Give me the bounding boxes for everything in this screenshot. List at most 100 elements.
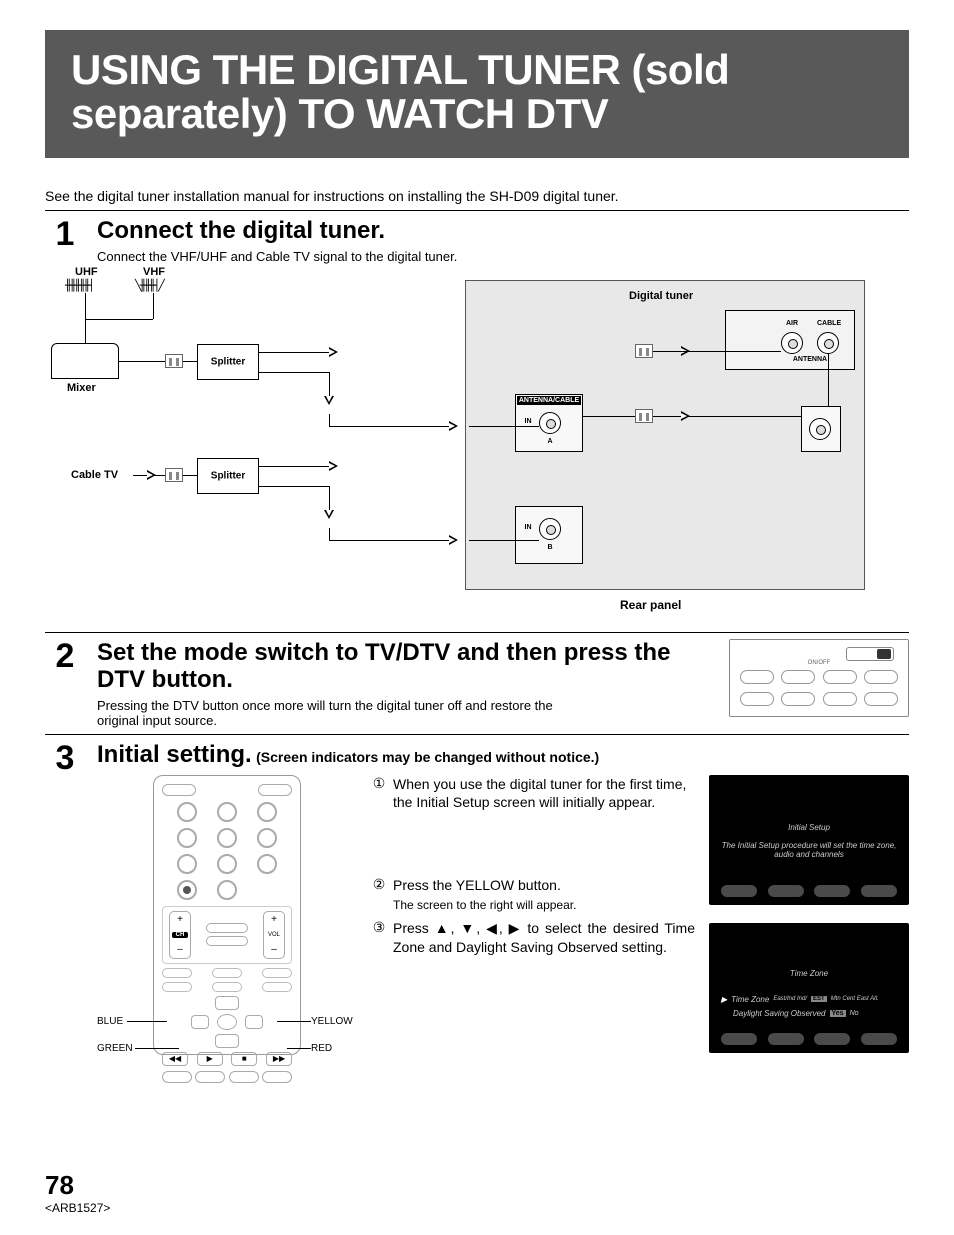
ch-rocker: + CH – (169, 911, 191, 959)
vhf-antenna-icon: ╲╫╫╫┤╱ (135, 279, 163, 292)
page: USING THE DIGITAL TUNER (sold separately… (0, 0, 954, 1235)
arrow-right-icon (147, 470, 156, 480)
minus-icon: – (177, 945, 183, 955)
item-text: Press ▲, ▼, ◀, ▶ to select the desired T… (393, 919, 695, 957)
remote-circle-grid (172, 802, 282, 900)
step3-layout: + CH – + VOL – (97, 775, 909, 1055)
mode-switch-icon (846, 647, 894, 661)
line (259, 352, 329, 353)
screen-buttons (721, 885, 897, 897)
step-body: Set the mode switch to TV/DTV and then p… (97, 639, 909, 728)
remote-button (257, 854, 277, 874)
label-splitter: Splitter (211, 356, 245, 367)
screen-buttons (721, 1033, 897, 1045)
button-row (740, 670, 898, 684)
plus-icon: + (177, 915, 183, 925)
item-main: Press the YELLOW button. (393, 877, 561, 893)
line (85, 319, 153, 320)
line (259, 466, 329, 467)
label-b: B (539, 544, 561, 551)
label-ant-cable: ANTENNA/CABLE (517, 396, 581, 405)
step-subtext: Pressing the DTV button once more will t… (97, 698, 577, 728)
step2-remote-figure: ON/OFF (729, 639, 909, 728)
color-button-row (162, 1071, 292, 1083)
label-vhf: VHF (143, 266, 165, 278)
row-rest: No (850, 1010, 859, 1017)
remote-button (864, 692, 898, 706)
dpad-center (217, 1014, 237, 1030)
dpad-up (215, 996, 239, 1010)
label-in: IN (519, 418, 537, 425)
label-uhf: UHF (75, 266, 98, 278)
blue-button (162, 1071, 192, 1083)
step3-text-column: ① When you use the digital tuner for the… (371, 775, 695, 1055)
screen-row-2: Daylight Saving Observed Yes No (721, 1009, 897, 1018)
line (153, 293, 154, 319)
step-heading: Set the mode switch to TV/DTV and then p… (97, 639, 715, 694)
green-button (195, 1071, 225, 1083)
label-digital-tuner: Digital tuner (629, 290, 693, 302)
label-cabletv: Cable TV (71, 469, 118, 481)
arrow-down-icon (324, 396, 334, 405)
uhf-antenna-icon: ╫╫╫╫╫┤ (65, 279, 93, 292)
remote-figure-column: + CH – + VOL – (97, 775, 357, 1055)
remote-button (177, 880, 197, 900)
step-number: 3 (45, 741, 85, 775)
step-3: 3 Initial setting. (Screen indicators ma… (45, 741, 909, 1055)
callout-line (127, 1021, 167, 1022)
dpad (191, 996, 263, 1048)
line (469, 426, 539, 427)
label-splitter: Splitter (211, 470, 245, 481)
line (329, 414, 330, 426)
line (653, 351, 781, 352)
remote-button (162, 968, 192, 978)
label-air: AIR (781, 320, 803, 327)
prev-button: ▶ (197, 1052, 223, 1066)
red-button (262, 1071, 292, 1083)
step-heading: Connect the digital tuner. (97, 217, 909, 245)
remote-button (740, 670, 774, 684)
screen-softkey (814, 885, 850, 897)
arrow-right-icon (329, 461, 338, 471)
item-text: Press the YELLOW button. The screen to t… (393, 876, 695, 913)
label-in: IN (519, 524, 537, 531)
item-sub: The screen to the right will appear. (393, 897, 695, 913)
screen-subtitle: The Initial Setup procedure will set the… (719, 841, 899, 860)
remote-button (262, 968, 292, 978)
label-vol: VOL (268, 932, 280, 938)
remote-small: ON/OFF (729, 639, 909, 717)
remote-button (212, 968, 242, 978)
line (259, 372, 329, 373)
intro-text: See the digital tuner installation manua… (45, 188, 909, 204)
button-row (740, 692, 898, 706)
rewind-button: ◀◀ (162, 1052, 188, 1066)
callout-yellow: YELLOW (311, 1016, 353, 1027)
arrow-down-icon (324, 510, 334, 519)
splitter-box-2: Splitter (197, 458, 259, 494)
label-cable: CABLE (817, 320, 839, 327)
label-rear-panel: Rear panel (620, 598, 681, 612)
rear-out-port-icon (809, 418, 831, 440)
row-highlight: EST (811, 996, 827, 1002)
plus-icon: + (271, 915, 277, 925)
list-item: ③ Press ▲, ▼, ◀, ▶ to select the desired… (371, 919, 695, 957)
row-opts: East/Ind Ind/ (773, 996, 807, 1002)
row-label: Time Zone (731, 995, 769, 1004)
vol-rocker: + VOL – (263, 911, 285, 959)
dpad-down (215, 1034, 239, 1048)
item-text: When you use the digital tuner for the f… (393, 775, 695, 813)
line (119, 361, 197, 362)
transport-row: ◀◀ ▶ ■ ▶▶ (162, 1052, 292, 1066)
remote-button (177, 828, 197, 848)
screen-time-zone: Time Zone ▶ Time Zone East/Ind Ind/ EST … (709, 923, 909, 1053)
yellow-button (229, 1071, 259, 1083)
separator (45, 210, 909, 211)
label-mixer: Mixer (67, 382, 96, 394)
screen-softkey (768, 885, 804, 897)
callout-red: RED (311, 1043, 332, 1054)
remote-button (258, 784, 292, 796)
inline-connector-icon (165, 354, 183, 368)
line (329, 426, 449, 427)
step3-screens-column: Initial Setup The Initial Setup procedur… (709, 775, 909, 1055)
separator (45, 632, 909, 633)
